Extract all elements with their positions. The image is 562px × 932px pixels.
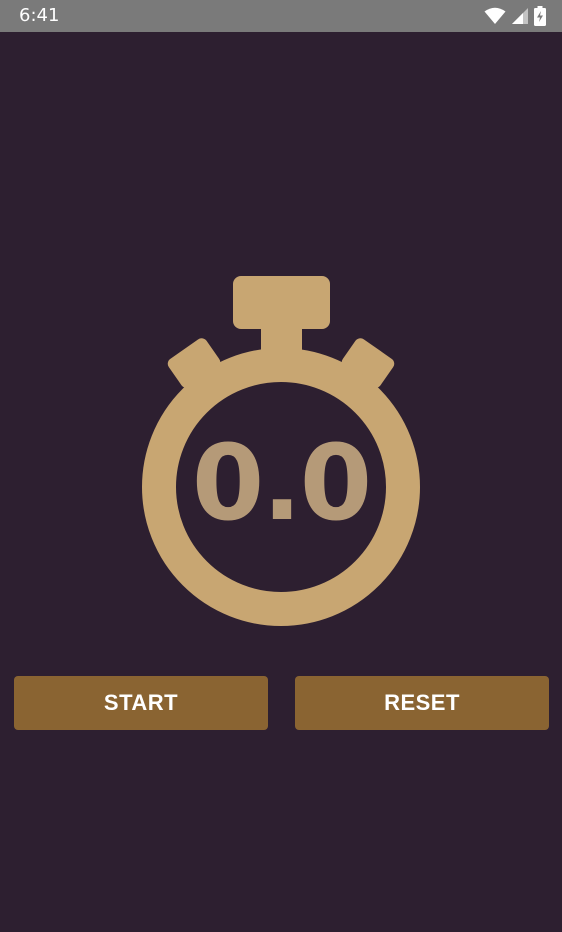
elapsed-time-display: 0.0 [191, 422, 372, 544]
reset-button[interactable]: RESET [295, 676, 549, 730]
start-button[interactable]: START [14, 676, 268, 730]
